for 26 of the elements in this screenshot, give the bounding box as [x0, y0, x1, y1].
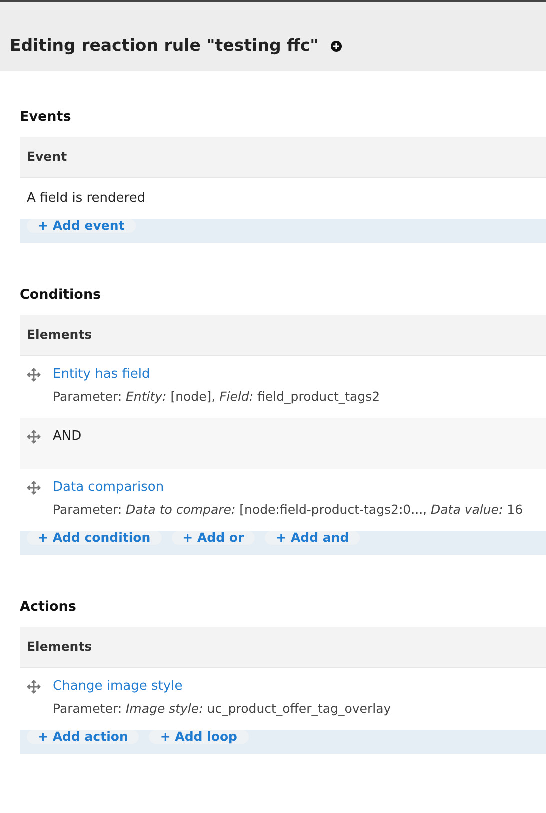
- add-button[interactable]: + Add loop: [149, 730, 248, 744]
- drag-handle-icon[interactable]: [27, 481, 41, 495]
- section-heading: Actions: [20, 598, 78, 617]
- parameter-text: Parameter: Data to compare: [node:field-product-tags2:0..., Data value: 16: [53, 503, 524, 517]
- drag-handle-icon[interactable]: [27, 368, 41, 382]
- column-header: Event: [27, 148, 68, 166]
- add-button[interactable]: + Add action: [27, 730, 140, 744]
- add-icon[interactable]: [330, 41, 342, 52]
- column-header: Elements: [27, 326, 92, 344]
- element-link[interactable]: Entity has field: [53, 368, 380, 382]
- add-button[interactable]: + Add and: [265, 531, 360, 545]
- parameter-text: Parameter: Image style: uc_product_offer_tag_overlay: [53, 702, 392, 716]
- drag-handle-icon[interactable]: [27, 680, 41, 694]
- section-heading: Events: [20, 108, 72, 127]
- add-button[interactable]: + Add event: [27, 219, 136, 233]
- element-link[interactable]: Data comparison: [53, 481, 524, 495]
- event-name: A field is rendered: [27, 190, 146, 208]
- drag-handle-icon[interactable]: [27, 430, 41, 444]
- element-link[interactable]: Change image style: [53, 680, 392, 694]
- operator-label: AND: [53, 430, 82, 444]
- page-title: Editing reaction rule "testing ffc": [10, 35, 319, 58]
- column-header: Elements: [27, 638, 92, 656]
- parameter-text: Parameter: Entity: [node], Field: field_product_tags2: [53, 390, 380, 404]
- add-button[interactable]: + Add or: [172, 531, 256, 545]
- section-heading: Conditions: [20, 286, 102, 305]
- add-button[interactable]: + Add condition: [27, 531, 162, 545]
